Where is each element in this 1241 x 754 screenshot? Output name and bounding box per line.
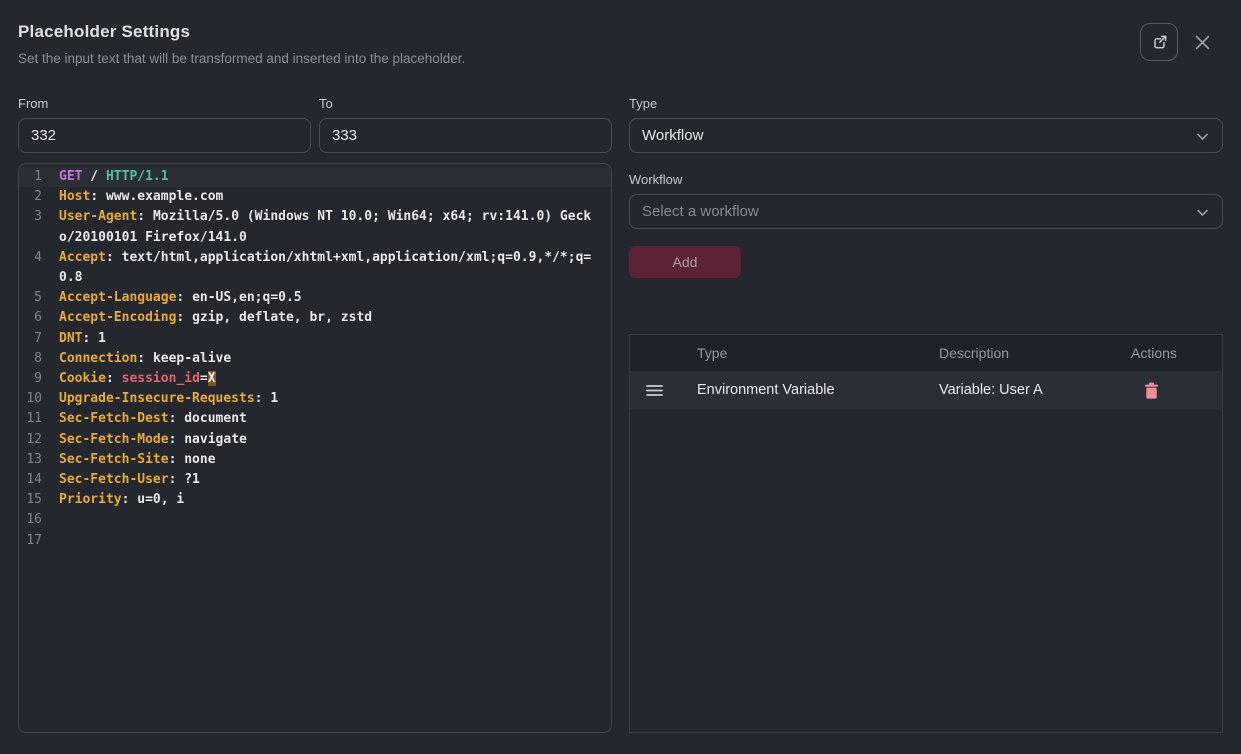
- line-number: 8: [19, 349, 42, 369]
- line-number: 9: [19, 369, 42, 389]
- workflow-label: Workflow: [629, 172, 1223, 187]
- workflow-field-group: Workflow Select a workflow: [629, 172, 1223, 229]
- line-number: 6: [19, 308, 42, 328]
- line-number: 2: [19, 187, 42, 207]
- left-column: From To 1 GET / HTTP/1.1 2 Host: www.exampl…: [18, 96, 612, 733]
- code-line[interactable]: 17: [19, 531, 611, 551]
- page-subtitle: Set the input text that will be transfor…: [18, 51, 1223, 66]
- line-number: 4: [19, 248, 42, 288]
- line-number: 11: [19, 409, 42, 429]
- request-editor[interactable]: 1 GET / HTTP/1.1 2 Host: www.example.com 3 Us…: [18, 163, 612, 733]
- code-text: Accept: text/html,application/xhtml+xml,…: [59, 248, 595, 288]
- line-number: 5: [19, 288, 42, 308]
- delete-button[interactable]: [1144, 382, 1159, 399]
- code-lines: 1 GET / HTTP/1.1 2 Host: www.example.com 3 Us…: [19, 167, 611, 551]
- code-line[interactable]: 12 Sec-Fetch-Mode: navigate: [19, 430, 611, 450]
- code-text: GET / HTTP/1.1: [59, 167, 595, 187]
- drag-handle-icon[interactable]: [646, 384, 663, 397]
- from-label: From: [18, 96, 311, 111]
- code-text: Cookie: session_id=X: [59, 369, 595, 389]
- handle-cell: [630, 384, 697, 397]
- code-line[interactable]: 3 User-Agent: Mozilla/5.0 (Windows NT 10.…: [19, 207, 611, 247]
- to-field-group: To: [319, 96, 612, 153]
- table-row: Environment Variable Variable: User A: [630, 371, 1222, 409]
- code-line[interactable]: 16: [19, 510, 611, 530]
- chevron-down-icon: [1195, 129, 1210, 148]
- line-number: 13: [19, 450, 42, 470]
- placeholder-table-body: Environment Variable Variable: User A: [630, 371, 1222, 409]
- code-line[interactable]: 2 Host: www.example.com: [19, 187, 611, 207]
- line-number: 12: [19, 430, 42, 450]
- code-line[interactable]: 1 GET / HTTP/1.1: [19, 167, 611, 187]
- type-header-cell: Type: [697, 345, 939, 361]
- line-number: 17: [19, 531, 42, 551]
- line-number: 7: [19, 329, 42, 349]
- line-number: 15: [19, 490, 42, 510]
- close-icon: [1194, 34, 1211, 51]
- code-line[interactable]: 9 Cookie: session_id=X: [19, 369, 611, 389]
- code-text: Host: www.example.com: [59, 187, 595, 207]
- dialog-content: From To 1 GET / HTTP/1.1 2 Host: www.exampl…: [18, 96, 1223, 733]
- from-field-group: From: [18, 96, 311, 153]
- actions-header-cell: Actions: [1131, 345, 1222, 361]
- line-number: 10: [19, 389, 42, 409]
- code-line[interactable]: 4 Accept: text/html,application/xhtml+xml…: [19, 248, 611, 288]
- placeholder-table: Type Description Actions Environment Var…: [629, 334, 1223, 733]
- line-number: 16: [19, 510, 42, 530]
- close-button[interactable]: [1194, 34, 1211, 51]
- code-line[interactable]: 7 DNT: 1: [19, 329, 611, 349]
- expand-icon: [1150, 33, 1169, 52]
- code-text: User-Agent: Mozilla/5.0 (Windows NT 10.0…: [59, 207, 595, 247]
- code-text: Sec-Fetch-Site: none: [59, 450, 595, 470]
- chevron-down-icon: [1195, 205, 1210, 224]
- code-line[interactable]: 8 Connection: keep-alive: [19, 349, 611, 369]
- code-text: Sec-Fetch-User: ?1: [59, 470, 595, 490]
- workflow-select-placeholder: Select a workflow: [642, 203, 759, 220]
- range-fields: From To: [18, 96, 612, 153]
- right-column: Type Workflow Workflow Select a workflow: [629, 96, 1223, 733]
- type-field-group: Type Workflow: [629, 96, 1223, 153]
- code-text: [59, 531, 595, 551]
- code-text: Sec-Fetch-Dest: document: [59, 409, 595, 429]
- code-text: Accept-Encoding: gzip, deflate, br, zstd: [59, 308, 595, 328]
- code-line[interactable]: 6 Accept-Encoding: gzip, deflate, br, zst…: [19, 308, 611, 328]
- code-text: Connection: keep-alive: [59, 349, 595, 369]
- line-number: 14: [19, 470, 42, 490]
- code-text: Accept-Language: en-US,en;q=0.5: [59, 288, 595, 308]
- code-line[interactable]: 15 Priority: u=0, i: [19, 490, 611, 510]
- to-label: To: [319, 96, 612, 111]
- code-line[interactable]: 13 Sec-Fetch-Site: none: [19, 450, 611, 470]
- type-label: Type: [629, 96, 1223, 111]
- type-select[interactable]: Workflow: [629, 118, 1223, 153]
- line-number: 3: [19, 207, 42, 247]
- from-input[interactable]: [18, 118, 311, 153]
- table-header-row: Type Description Actions: [630, 335, 1222, 371]
- expand-button[interactable]: [1140, 23, 1178, 61]
- workflow-select[interactable]: Select a workflow: [629, 194, 1223, 229]
- placeholder-settings-dialog: Placeholder Settings Set the input text …: [0, 0, 1241, 754]
- to-input[interactable]: [319, 118, 612, 153]
- add-button[interactable]: Add: [629, 246, 741, 278]
- code-line[interactable]: 14 Sec-Fetch-User: ?1: [19, 470, 611, 490]
- code-line[interactable]: 11 Sec-Fetch-Dest: document: [19, 409, 611, 429]
- code-text: [59, 510, 595, 530]
- code-text: Upgrade-Insecure-Requests: 1: [59, 389, 595, 409]
- dialog-header: Placeholder Settings Set the input text …: [18, 16, 1223, 66]
- row-description-cell: Variable: User A: [939, 382, 1131, 398]
- row-type-cell: Environment Variable: [697, 382, 939, 398]
- code-line[interactable]: 5 Accept-Language: en-US,en;q=0.5: [19, 288, 611, 308]
- description-header-cell: Description: [939, 345, 1131, 361]
- code-text: DNT: 1: [59, 329, 595, 349]
- code-text: Sec-Fetch-Mode: navigate: [59, 430, 595, 450]
- trash-icon: [1144, 382, 1159, 399]
- window-controls: [1140, 23, 1211, 61]
- code-text: Priority: u=0, i: [59, 490, 595, 510]
- type-select-value: Workflow: [642, 127, 703, 144]
- page-title: Placeholder Settings: [18, 16, 1223, 42]
- line-number: 1: [19, 167, 42, 187]
- code-line[interactable]: 10 Upgrade-Insecure-Requests: 1: [19, 389, 611, 409]
